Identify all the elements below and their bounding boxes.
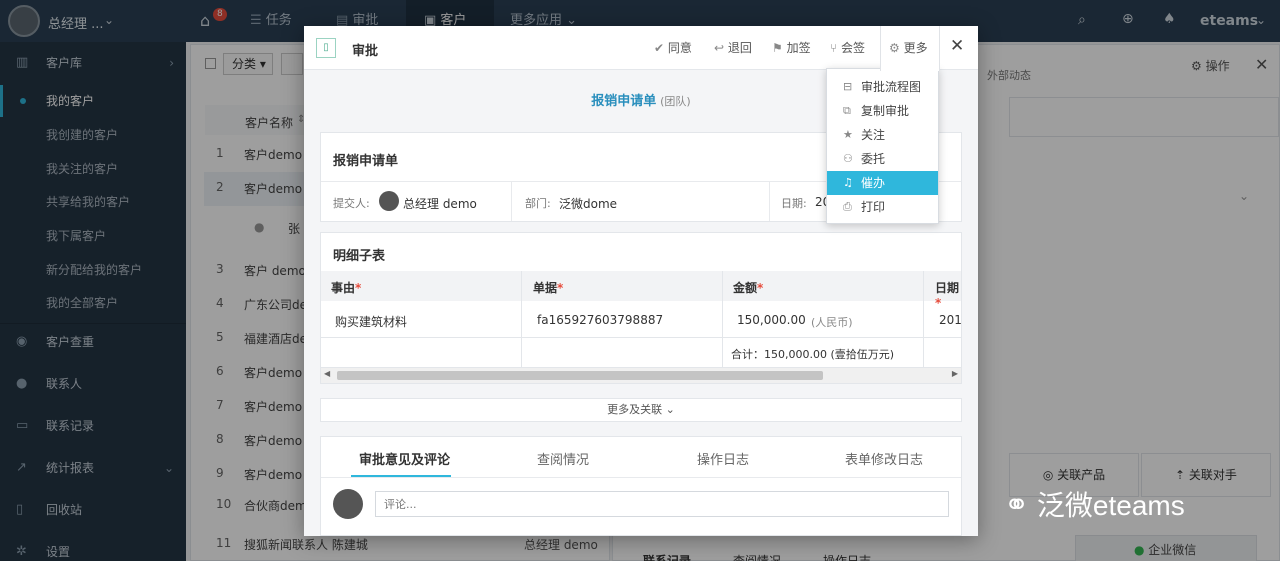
more-button[interactable]: ⚙ 更多 xyxy=(880,26,940,71)
form-title: 报销申请单 xyxy=(591,94,657,109)
col-divider xyxy=(521,271,522,369)
dept-label: 部门: xyxy=(525,197,551,210)
date-label: 日期: xyxy=(781,197,807,210)
comment-avatar xyxy=(333,489,363,519)
approval-icon: ▯ xyxy=(316,38,336,58)
row-divider xyxy=(321,337,961,338)
star-icon: ★ xyxy=(843,128,853,141)
detail-table-card: 明细子表 事由* 单据* 金额* 日期* 购买建筑材料 fa1659276037… xyxy=(320,232,962,384)
more-and-related-button[interactable]: 更多及关联 ⌄ xyxy=(320,398,962,422)
menu-item-urge[interactable]: ♫ 催办 xyxy=(827,171,938,195)
menu-item-delegate[interactable]: ⚇ 委托 xyxy=(827,147,938,171)
tab-operation-log[interactable]: 操作日志 xyxy=(697,449,749,468)
col-divider xyxy=(722,271,723,369)
flow-icon: ⊟ xyxy=(843,80,853,93)
detail-title: 明细子表 xyxy=(333,249,386,264)
submitter-name: 总经理 demo xyxy=(403,197,477,211)
modal-title: 审批 xyxy=(352,44,379,59)
menu-item-follow[interactable]: ★ 关注 xyxy=(827,123,938,147)
modal-header: ▯ 审批 ✔ 同意 ↩ 退回 ⚑ 加签 ⑂ 会签 ⚙ 更多 ✕ xyxy=(304,26,978,71)
chevron-down-icon: ⌄ xyxy=(662,403,675,416)
cell-amount[interactable]: 150,000.00 xyxy=(737,313,806,327)
col-reason: 事由* xyxy=(331,281,362,295)
section-title: 报销申请单 xyxy=(333,154,399,169)
cell-date[interactable]: 201 xyxy=(939,313,962,327)
detail-table-header xyxy=(321,271,961,301)
tab-comments[interactable]: 审批意见及评论 xyxy=(359,449,450,468)
more-dropdown: ⊟ 审批流程图 ⧉ 复制审批 ★ 关注 ⚇ 委托 ♫ 催办 ⎙ 打印 xyxy=(826,68,939,224)
undo-icon: ↩ xyxy=(714,41,728,55)
cell-document[interactable]: fa165927603798887 xyxy=(537,313,663,327)
check-circle-icon: ✔ xyxy=(654,41,668,55)
divider xyxy=(321,477,961,478)
scroll-right-icon[interactable]: ▶ xyxy=(952,369,958,378)
dept-value: 泛微dome xyxy=(559,197,618,211)
countersign-button[interactable]: ⑂ 会签 xyxy=(830,39,865,56)
cell-currency: (人民币) xyxy=(811,316,853,329)
col-divider xyxy=(923,271,924,369)
scroll-thumb[interactable] xyxy=(337,371,823,380)
gear-icon: ⚙ xyxy=(889,41,904,55)
cell-reason[interactable]: 购买建筑材料 xyxy=(335,313,407,330)
comments-card: 审批意见及评论 查阅情况 操作日志 表单修改日志 xyxy=(320,436,962,536)
divider xyxy=(769,181,770,221)
menu-item-print[interactable]: ⎙ 打印 xyxy=(827,195,938,219)
print-icon: ⎙ xyxy=(843,200,852,213)
submitter-avatar xyxy=(379,191,399,211)
reject-button[interactable]: ↩ 退回 xyxy=(714,39,752,56)
submitter-label: 提交人: xyxy=(333,197,370,210)
menu-item-copy[interactable]: ⧉ 复制审批 xyxy=(827,99,938,123)
col-date: 日期* xyxy=(935,281,960,310)
col-document: 单据* xyxy=(533,281,564,295)
horizontal-scrollbar[interactable]: ◀ ▶ xyxy=(321,367,961,383)
tab-view-status[interactable]: 查阅情况 xyxy=(537,449,589,468)
total-amount: 合计：150,000.00 (壹拾伍万元) xyxy=(731,348,895,361)
bell-icon: ♫ xyxy=(843,176,853,189)
form-scope: (团队) xyxy=(660,95,691,108)
divider xyxy=(511,181,512,221)
col-amount: 金额* xyxy=(733,281,764,295)
scroll-left-icon[interactable]: ◀ xyxy=(324,369,330,378)
close-icon[interactable]: ✕ xyxy=(950,36,964,56)
menu-item-flowchart[interactable]: ⊟ 审批流程图 xyxy=(827,75,938,99)
comment-input[interactable] xyxy=(375,491,949,517)
wechat-logo-icon: ⚭ xyxy=(1004,489,1030,522)
add-sign-button[interactable]: ⚑ 加签 xyxy=(772,39,811,56)
copy-icon: ⧉ xyxy=(843,104,851,117)
watermark: ⚭ 泛微eteams xyxy=(1004,489,1185,522)
branch-icon: ⑂ xyxy=(830,41,842,55)
tab-form-change-log[interactable]: 表单修改日志 xyxy=(845,449,923,468)
agree-button[interactable]: ✔ 同意 xyxy=(654,39,692,56)
delegate-icon: ⚇ xyxy=(843,152,853,165)
flag-icon: ⚑ xyxy=(772,41,787,55)
